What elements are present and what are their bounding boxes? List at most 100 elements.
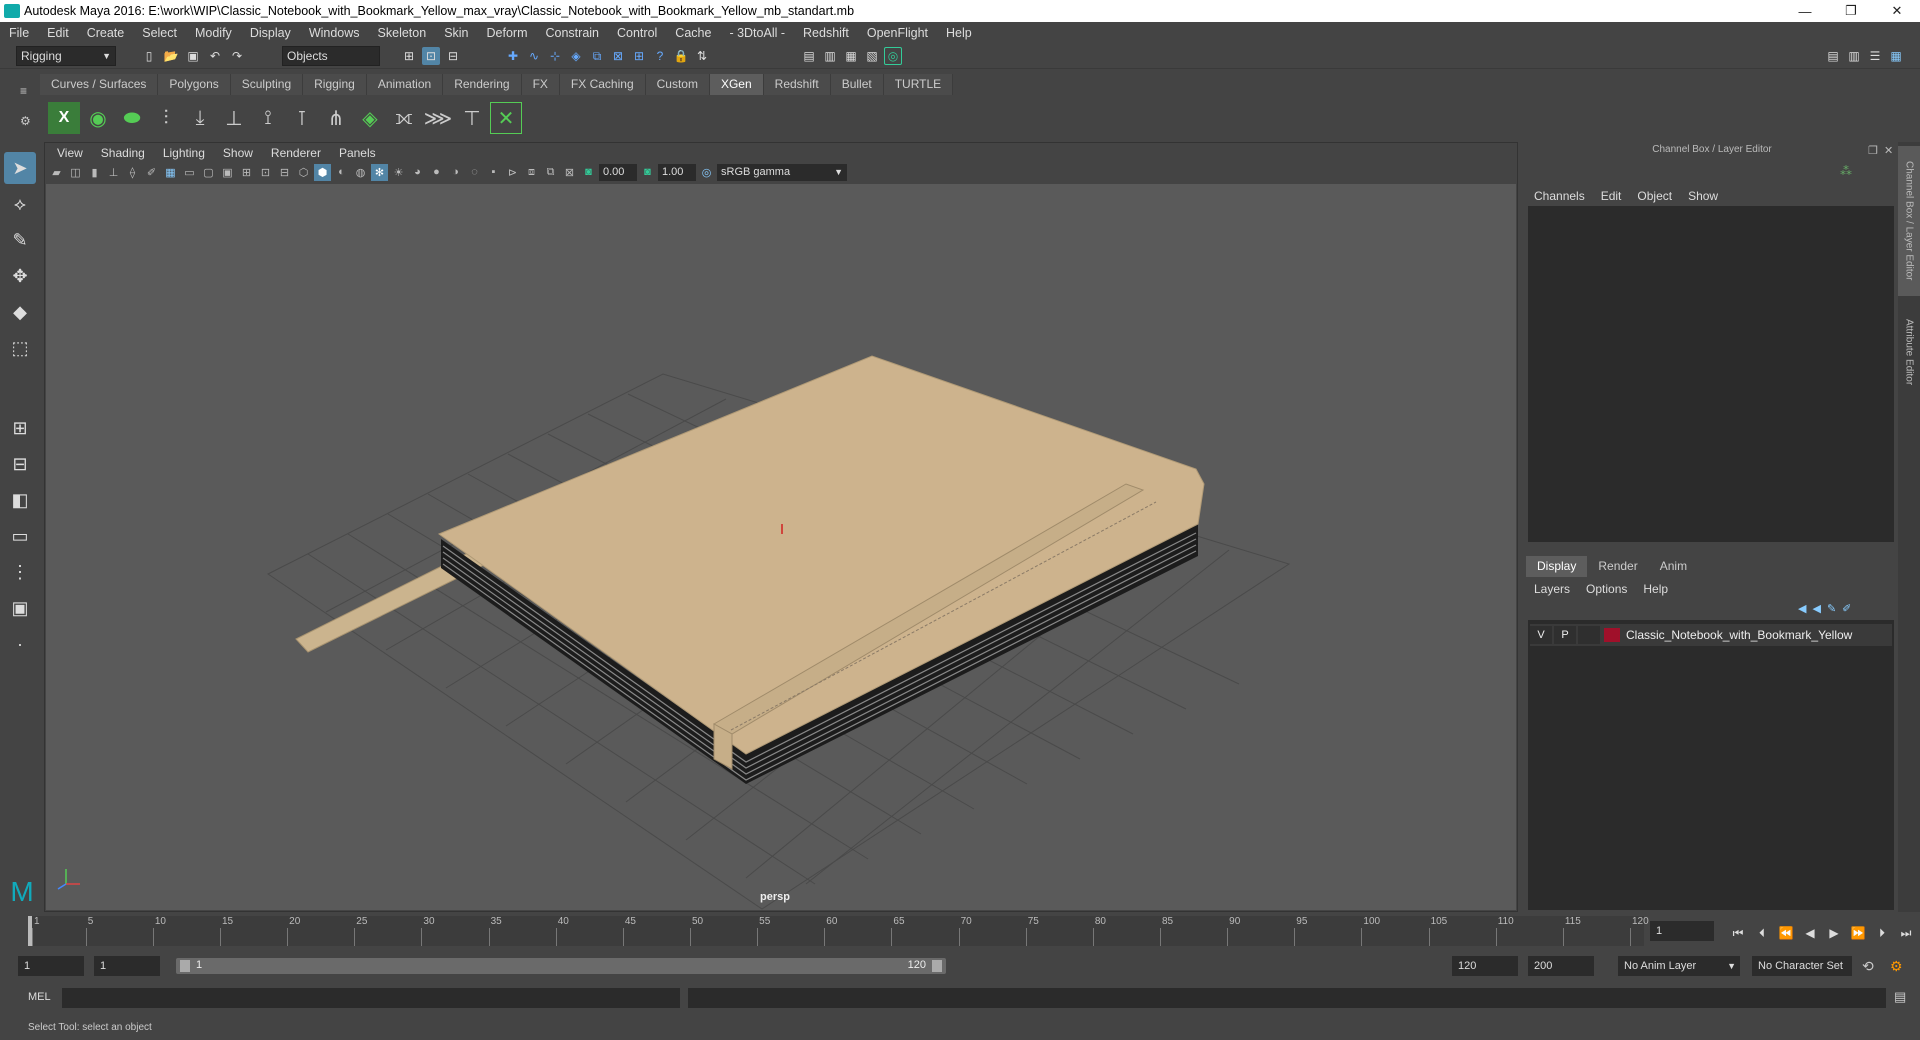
textured-icon[interactable]: ◍ xyxy=(352,164,369,181)
snap-view-plane-icon[interactable]: ◈ xyxy=(567,47,585,65)
command-input[interactable] xyxy=(62,988,680,1008)
menu-file[interactable]: File xyxy=(0,26,38,40)
range-start-handle[interactable] xyxy=(180,960,190,972)
motion-blur-icon[interactable]: ● xyxy=(428,164,445,181)
selection-mode-dropdown[interactable]: Objects xyxy=(282,46,380,66)
object-menu[interactable]: Object xyxy=(1629,189,1680,203)
scale-tool-icon[interactable]: ⬚ xyxy=(4,332,36,364)
viewport-menu-panels[interactable]: Panels xyxy=(330,146,385,160)
channels-menu[interactable]: Channels xyxy=(1526,189,1593,203)
snap-point-icon[interactable]: ⊹ xyxy=(546,47,564,65)
xgen-comb-icon[interactable]: ⊤ xyxy=(456,102,488,134)
menu-openflight[interactable]: OpenFlight xyxy=(858,26,937,40)
tab-xgen[interactable]: XGen xyxy=(709,74,764,95)
anim-layer-dropdown[interactable]: No Anim Layer ▼ xyxy=(1618,956,1740,976)
gate-mask-icon[interactable]: ▣ xyxy=(219,164,236,181)
safe-action-icon[interactable]: ⊡ xyxy=(257,164,274,181)
channel-box-options-icon[interactable]: ⁂ xyxy=(1840,164,1852,178)
channel-box-toggle-icon[interactable]: ▦ xyxy=(1887,47,1905,65)
frame-selection-icon[interactable]: ⊠ xyxy=(561,164,578,181)
play-backwards-icon[interactable]: ◀ xyxy=(1800,924,1820,942)
layer-row[interactable]: V P Classic_Notebook_with_Bookmark_Yello… xyxy=(1530,624,1892,646)
attribute-editor-side-tab[interactable]: Attribute Editor xyxy=(1898,302,1920,402)
snap-edge-icon[interactable]: ⊞ xyxy=(630,47,648,65)
auto-key-icon[interactable]: ⟲ xyxy=(1862,958,1874,975)
help-menu[interactable]: Help xyxy=(1635,582,1676,596)
menuset-dropdown[interactable]: Rigging ▼ xyxy=(16,46,116,66)
snap-grid-icon[interactable]: ✚ xyxy=(504,47,522,65)
select-tool-icon[interactable]: ➤ xyxy=(4,152,36,184)
save-scene-icon[interactable]: ▣ xyxy=(184,47,202,65)
move-layer-up-icon[interactable]: ◀ xyxy=(1798,602,1806,615)
hypershade-layout-icon[interactable]: ▣ xyxy=(4,592,36,624)
shelf-settings-icon[interactable]: ⚙ xyxy=(20,114,31,128)
channel-box-side-tab[interactable]: Channel Box / Layer Editor xyxy=(1898,146,1920,296)
move-tool-icon[interactable]: ✥ xyxy=(4,260,36,292)
camera-select-icon[interactable]: ▰ xyxy=(48,164,65,181)
undo-icon[interactable]: ↶ xyxy=(206,47,224,65)
menu-constrain[interactable]: Constrain xyxy=(537,26,609,40)
menu-display[interactable]: Display xyxy=(241,26,300,40)
script-editor-icon[interactable]: ▤ xyxy=(1894,989,1906,1005)
tab-sculpting[interactable]: Sculpting xyxy=(230,74,304,95)
go-to-start-icon[interactable]: ⏮ xyxy=(1728,924,1748,942)
xgen-bend-guide-icon[interactable]: ⟟ xyxy=(252,102,284,134)
viewport-menu-show[interactable]: Show xyxy=(214,146,262,160)
xgen-add-guides-icon[interactable]: ⫶ xyxy=(150,102,182,134)
xgen-grass-icon[interactable]: ⋔ xyxy=(320,102,352,134)
xray-components-icon[interactable]: ⧉ xyxy=(542,164,559,181)
field-chart-icon[interactable]: ⊞ xyxy=(238,164,255,181)
smooth-shade-icon[interactable]: ⬢ xyxy=(314,163,331,181)
graph-editor-layout-icon[interactable]: ▭ xyxy=(4,520,36,552)
four-view-layout-icon[interactable]: ⊟ xyxy=(4,448,36,480)
tab-fx-caching[interactable]: FX Caching xyxy=(559,74,646,95)
tab-anim[interactable]: Anim xyxy=(1648,556,1699,577)
float-panel-icon[interactable]: ❐ xyxy=(1868,144,1878,157)
channel-box-area[interactable] xyxy=(1528,206,1894,542)
resolution-gate-icon[interactable]: ▢ xyxy=(200,164,217,181)
tool-settings-toggle-icon[interactable]: ☰ xyxy=(1866,47,1884,65)
character-set-dropdown[interactable]: No Character Set xyxy=(1752,956,1852,976)
single-perspective-layout-icon[interactable]: ⊞ xyxy=(4,412,36,444)
go-to-end-icon[interactable]: ⏭ xyxy=(1896,924,1916,942)
grease-pencil-icon[interactable]: ✐ xyxy=(143,164,160,181)
gamma-icon[interactable]: ◙ xyxy=(639,164,656,181)
node-editor-layout-icon[interactable]: ⋮ xyxy=(4,556,36,588)
xgen-editor-icon[interactable]: X xyxy=(48,102,80,134)
safe-title-icon[interactable]: ⊟ xyxy=(276,164,293,181)
range-slider-bar[interactable]: 1 120 xyxy=(176,958,946,974)
modeling-toolkit-icon[interactable]: ▤ xyxy=(1824,47,1842,65)
rotate-tool-icon[interactable]: ◆ xyxy=(4,296,36,328)
grid-toggle-icon[interactable]: ▦ xyxy=(162,164,179,181)
menu-control[interactable]: Control xyxy=(608,26,666,40)
playback-end-field[interactable]: 120 xyxy=(1452,956,1518,976)
history-icon[interactable]: ? xyxy=(651,47,669,65)
snap-live-surface-icon[interactable]: ⧉ xyxy=(588,47,606,65)
xgen-interactive-groom-icon[interactable]: ⟗ xyxy=(388,102,420,134)
menu-windows[interactable]: Windows xyxy=(300,26,369,40)
menu-redshift[interactable]: Redshift xyxy=(794,26,858,40)
lasso-tool-icon[interactable]: ⟡ xyxy=(4,188,36,220)
xgen-description-icon[interactable]: ⬬ xyxy=(116,102,148,134)
input-output-icon[interactable]: ⇅ xyxy=(693,47,711,65)
minimize-button[interactable]: — xyxy=(1782,0,1828,22)
new-scene-icon[interactable]: ▯ xyxy=(140,47,158,65)
select-hierarchy-icon[interactable]: ⊞ xyxy=(400,47,418,65)
time-slider-track[interactable]: 1 5 10 15 20 25 30 35 40 45 50 55 60 65 70 75 80 85 90 95 10… xyxy=(28,916,1649,946)
notebook-model[interactable] xyxy=(295,355,1205,784)
image-plane-icon[interactable]: ⊥ xyxy=(105,164,122,181)
tab-display[interactable]: Display xyxy=(1526,556,1588,577)
move-layer-down-icon[interactable]: ◀ xyxy=(1812,602,1820,615)
edit-menu[interactable]: Edit xyxy=(1593,189,1630,203)
close-button[interactable]: ✕ xyxy=(1874,0,1920,22)
tab-fx[interactable]: FX xyxy=(521,74,560,95)
tab-polygons[interactable]: Polygons xyxy=(158,74,231,95)
paint-select-tool-icon[interactable]: ✎ xyxy=(4,224,36,256)
tab-turtle[interactable]: TURTLE xyxy=(883,74,954,95)
shelf-menu-icon[interactable]: ≡ xyxy=(20,84,27,98)
snap-curve-icon[interactable]: ∿ xyxy=(525,47,543,65)
hypershade-icon[interactable]: ▧ xyxy=(863,47,881,65)
new-layer-selected-icon[interactable]: ✎ xyxy=(1827,602,1836,615)
step-back-frame-icon[interactable]: ⏴ xyxy=(1752,924,1772,942)
xgen-sculpt-guide-icon[interactable]: ⊥ xyxy=(218,102,250,134)
